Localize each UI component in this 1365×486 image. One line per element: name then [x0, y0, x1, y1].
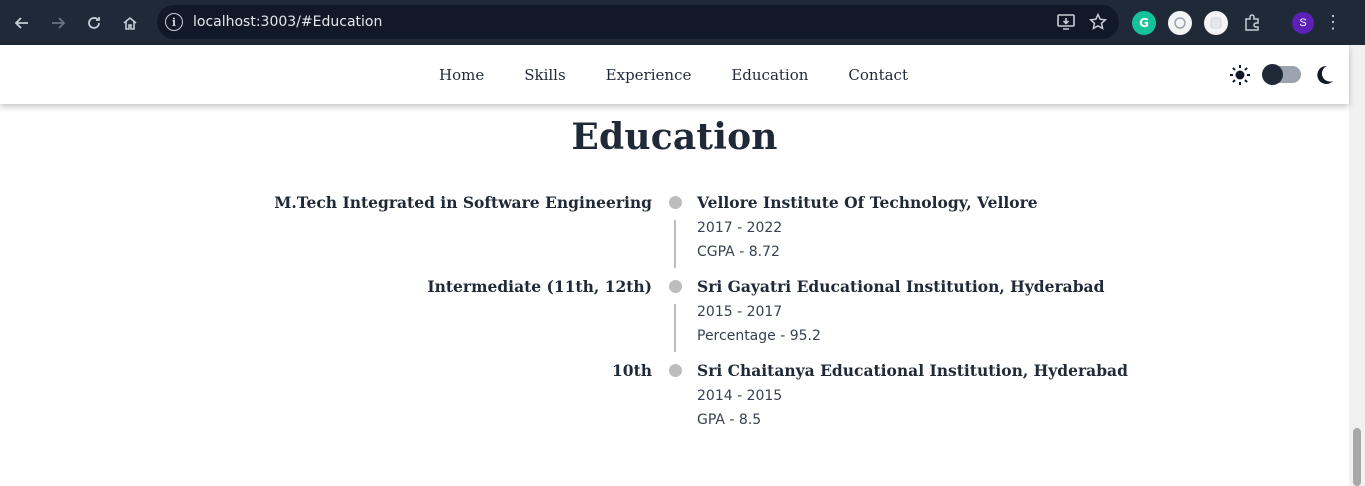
institution-name: Sri Gayatri Educational Institution, Hyd…	[697, 277, 1105, 296]
reload-icon	[88, 16, 100, 29]
institution-name: Sri Chaitanya Educational Institution, H…	[697, 361, 1128, 380]
bookmark-star-icon[interactable]	[1089, 13, 1107, 31]
institution-name: Vellore Institute Of Technology, Vellore	[697, 193, 1038, 212]
extension-icon-2[interactable]	[1204, 10, 1228, 35]
section-title: Education	[571, 116, 778, 158]
score-text: Percentage - 95.2	[697, 328, 821, 344]
scrollbar-thumb[interactable]	[1353, 428, 1361, 486]
forward-button[interactable]	[40, 0, 76, 45]
timeline-entry: Intermediate (11th, 12th) Sri Gayatri Ed…	[0, 274, 1349, 358]
degree-label: M.Tech Integrated in Software Engineerin…	[274, 193, 652, 212]
nav-links: Home Skills Experience Education Contact	[439, 66, 908, 84]
nav-link-contact[interactable]: Contact	[848, 66, 908, 84]
url-text: localhost:3003/#Education	[193, 14, 383, 30]
timeline-dot	[669, 280, 682, 293]
timeline-connector	[674, 304, 676, 352]
sun-icon	[1229, 64, 1251, 86]
degree-label: Intermediate (11th, 12th)	[427, 277, 652, 296]
grammarly-extension-icon[interactable]: G	[1132, 10, 1156, 35]
theme-switch[interactable]	[1262, 64, 1301, 85]
nav-link-skills[interactable]: Skills	[524, 66, 565, 84]
score-text: GPA - 8.5	[697, 412, 762, 428]
degree-label: 10th	[612, 361, 652, 380]
years-text: 2017 - 2022	[697, 220, 783, 236]
timeline-entry: 10th Sri Chaitanya Educational Instituti…	[0, 358, 1349, 442]
moon-icon	[1313, 64, 1335, 86]
years-text: 2014 - 2015	[697, 388, 783, 404]
address-bar[interactable]: i localhost:3003/#Education	[157, 5, 1119, 39]
theme-toggle-group	[1229, 45, 1335, 104]
years-text: 2015 - 2017	[697, 304, 783, 320]
back-button[interactable]	[4, 0, 40, 45]
arrow-left-icon	[14, 16, 28, 29]
reload-button[interactable]	[76, 0, 112, 45]
browser-menu-icon[interactable]: ⋮	[1324, 11, 1342, 35]
home-button[interactable]	[112, 0, 148, 45]
extension-icon[interactable]	[1168, 10, 1192, 35]
timeline-connector	[674, 220, 676, 268]
timeline-dot	[669, 364, 682, 377]
site-info-icon[interactable]: i	[165, 13, 183, 31]
site-navbar: Home Skills Experience Education Contact	[0, 45, 1349, 104]
browser-toolbar: i localhost:3003/#Education G S ⋮	[0, 0, 1365, 45]
nav-link-education[interactable]: Education	[731, 66, 808, 84]
extensions-puzzle-icon[interactable]	[1240, 11, 1264, 35]
nav-link-home[interactable]: Home	[439, 66, 484, 84]
profile-avatar[interactable]: S	[1292, 11, 1314, 34]
timeline-dot	[669, 196, 682, 209]
timeline-entry: M.Tech Integrated in Software Engineerin…	[0, 190, 1349, 274]
score-text: CGPA - 8.72	[697, 244, 780, 260]
home-icon	[123, 16, 137, 30]
install-app-icon[interactable]	[1057, 14, 1075, 30]
arrow-right-icon	[52, 16, 66, 29]
theme-switch-knob	[1262, 64, 1283, 85]
page-scrollbar[interactable]	[1349, 45, 1365, 486]
nav-link-experience[interactable]: Experience	[606, 66, 692, 84]
